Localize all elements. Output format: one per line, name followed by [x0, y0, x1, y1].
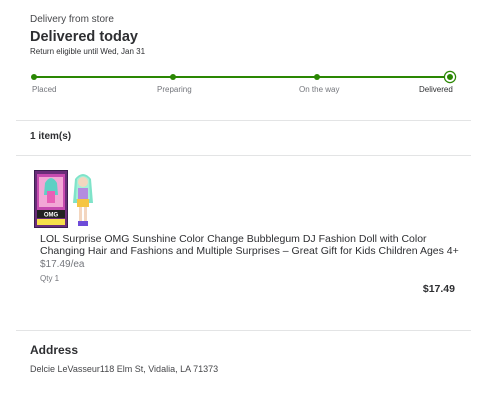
tracker-dot-delivered	[445, 72, 455, 82]
delivery-type: Delivery from store	[30, 14, 114, 25]
delivery-progress-tracker	[31, 72, 455, 82]
return-eligibility-note: Return eligible until Wed, Jan 31	[30, 47, 146, 56]
tracker-dot-preparing	[170, 74, 176, 80]
product-unit-price: $17.49/ea	[40, 259, 85, 270]
divider-address	[16, 330, 471, 331]
address-heading: Address	[30, 343, 79, 357]
svg-text:OMG: OMG	[44, 213, 59, 219]
tracker-labels: Placed Preparing On the way Delivered	[0, 85, 500, 97]
address-text: Delcie LeVasseur118 Elm St, Vidalia, LA …	[30, 364, 219, 374]
stage-label-delivered: Delivered	[419, 85, 453, 94]
items-count: 1 item(s)	[30, 131, 72, 142]
tracker-dot-on-the-way	[314, 74, 320, 80]
stage-label-preparing: Preparing	[157, 85, 192, 94]
stage-label-on-the-way: On the way	[299, 85, 340, 94]
doll-product-image[interactable]: OMG	[33, 169, 98, 229]
tracker-dot-placed	[31, 74, 37, 80]
divider-top	[16, 120, 471, 121]
tracker-progress-line	[34, 76, 451, 78]
delivery-status-title: Delivered today	[30, 29, 138, 45]
stage-label-placed: Placed	[32, 85, 57, 94]
product-title-link[interactable]: LOL Surprise OMG Sunshine Color Change B…	[40, 233, 460, 257]
product-quantity: Qty 1	[40, 274, 60, 283]
divider-items	[16, 155, 471, 156]
product-line-total: $17.49	[422, 283, 455, 295]
